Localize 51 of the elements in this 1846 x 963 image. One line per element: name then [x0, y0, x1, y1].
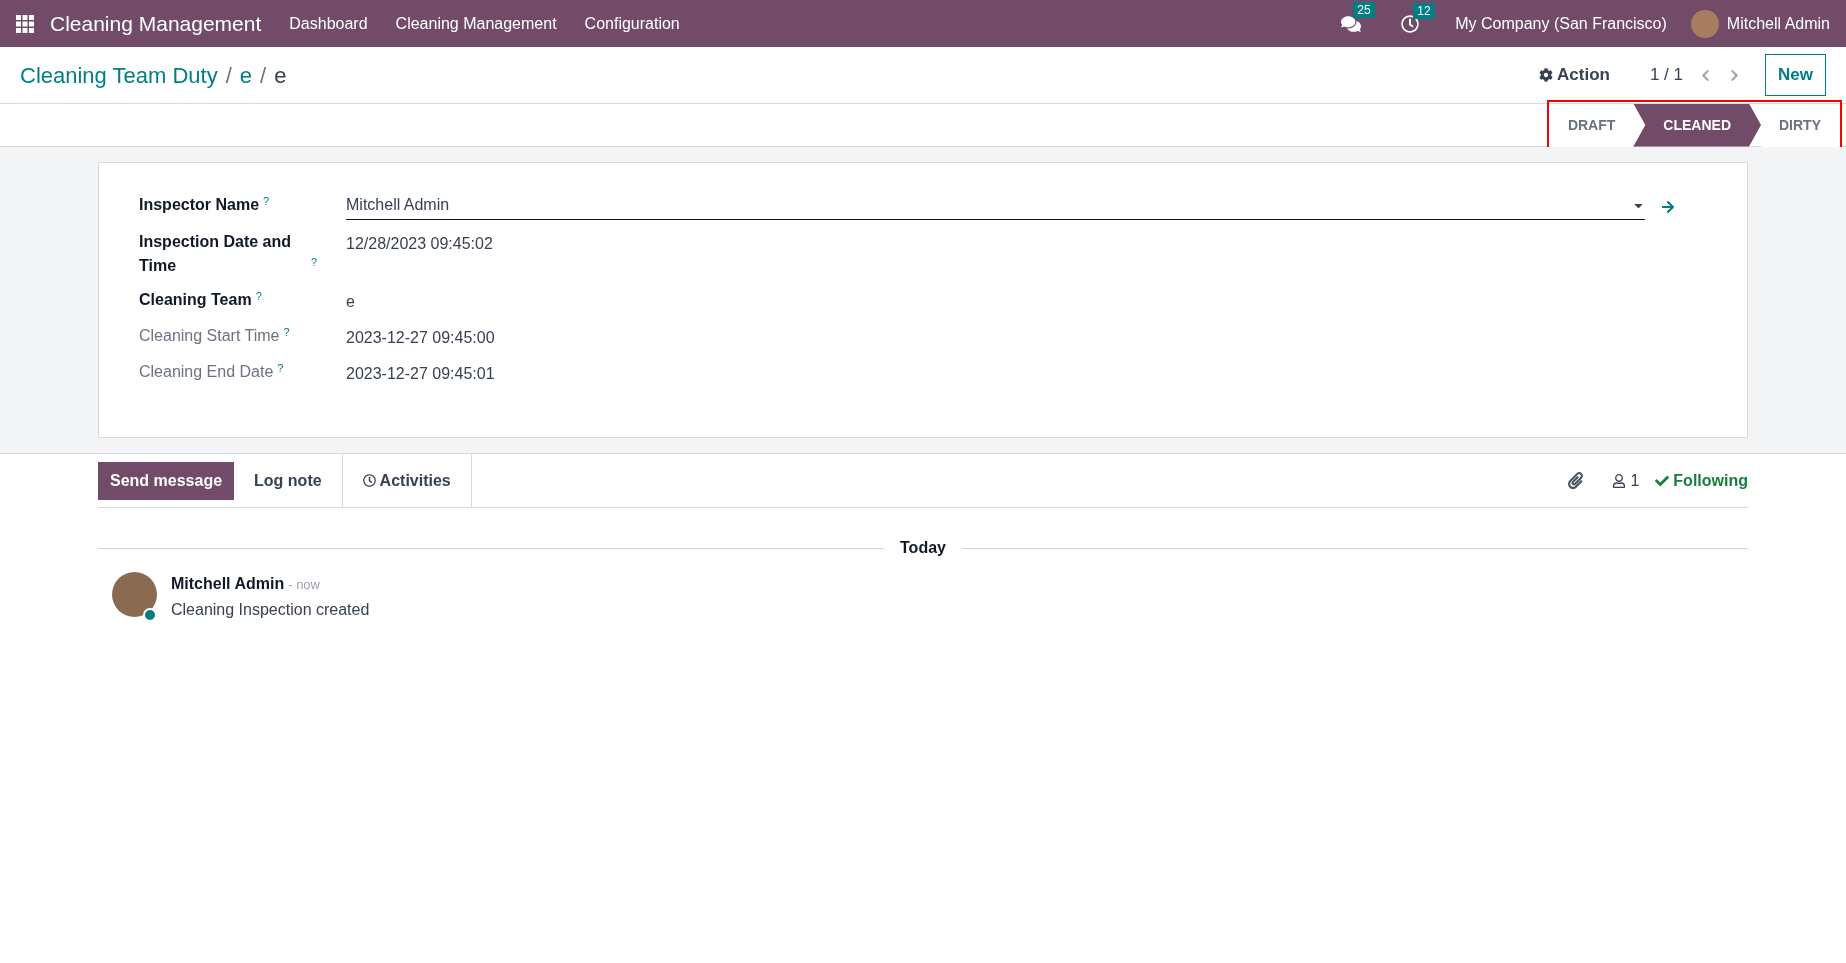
help-tooltip[interactable]: ? [255, 290, 262, 302]
activity-count-badge: 12 [1413, 2, 1435, 19]
breadcrumb-separator: / [225, 61, 232, 90]
app-title[interactable]: Cleaning Management [50, 7, 262, 40]
apps-grid-icon[interactable] [16, 14, 34, 33]
menu-item[interactable]: Configuration [584, 11, 680, 36]
clock-icon [362, 474, 376, 487]
author-avatar [112, 572, 157, 617]
help-tooltip[interactable]: ? [311, 256, 318, 268]
field-value: e [346, 292, 355, 312]
user-menu[interactable]: Mitchell Admin [1726, 11, 1830, 36]
new-button[interactable]: New [1765, 54, 1826, 96]
paperclip-icon[interactable] [1567, 472, 1585, 489]
field-value: 12/28/2023 09:45:02 [346, 234, 493, 254]
chatter-tab[interactable]: Send message [98, 461, 235, 500]
company-switcher[interactable]: My Company (San Francisco) [1455, 11, 1667, 36]
field-label: Inspector Name [139, 195, 260, 215]
menu-item[interactable]: Cleaning Management [395, 11, 557, 36]
chatter-tab[interactable]: Log note [234, 461, 342, 500]
message-body: Cleaning Inspection created [171, 600, 370, 620]
field-label: Cleaning End Date [139, 362, 274, 382]
breadcrumb-link[interactable]: e [239, 58, 253, 92]
clock-icon[interactable] [1401, 14, 1420, 33]
date-separator: Today [899, 538, 947, 558]
following-button[interactable]: Following [1655, 468, 1748, 493]
message-time: - now [288, 577, 320, 592]
check-icon [1655, 473, 1670, 488]
field-label: Cleaning Team [139, 290, 252, 310]
field-value: 2023-12-27 09:45:01 [346, 364, 495, 384]
inspector-select-field[interactable]: Mitchell Admin [346, 193, 1645, 220]
status-step[interactable]: CLEANED [1633, 103, 1761, 147]
help-tooltip[interactable]: ? [283, 326, 290, 338]
field-label: Cleaning Start Time [139, 326, 280, 346]
followers-button[interactable]: 1 [1612, 468, 1640, 493]
chat-icon[interactable] [1341, 13, 1362, 34]
field-label: Inspection Date and Time [139, 232, 293, 276]
help-tooltip[interactable]: ? [263, 195, 270, 207]
message-count-badge: 25 [1353, 1, 1375, 18]
chatter-tab[interactable]: Activities [341, 453, 472, 508]
breadcrumb-separator: / [260, 61, 267, 90]
help-tooltip[interactable]: ? [277, 362, 284, 374]
gear-icon [1539, 68, 1554, 82]
field-value: 2023-12-27 09:45:00 [346, 328, 495, 348]
action-button[interactable]: Action [1539, 62, 1610, 88]
pager-value: 1 / 1 [1649, 64, 1684, 87]
open-record-arrow-icon[interactable] [1661, 199, 1675, 214]
user-icon [1612, 473, 1627, 488]
breadcrumb-link[interactable]: Cleaning Team Duty [20, 58, 218, 92]
message-author[interactable]: Mitchell Admin [171, 575, 285, 592]
menu-item[interactable]: Dashboard [289, 11, 368, 36]
breadcrumb-current: e [274, 61, 287, 90]
